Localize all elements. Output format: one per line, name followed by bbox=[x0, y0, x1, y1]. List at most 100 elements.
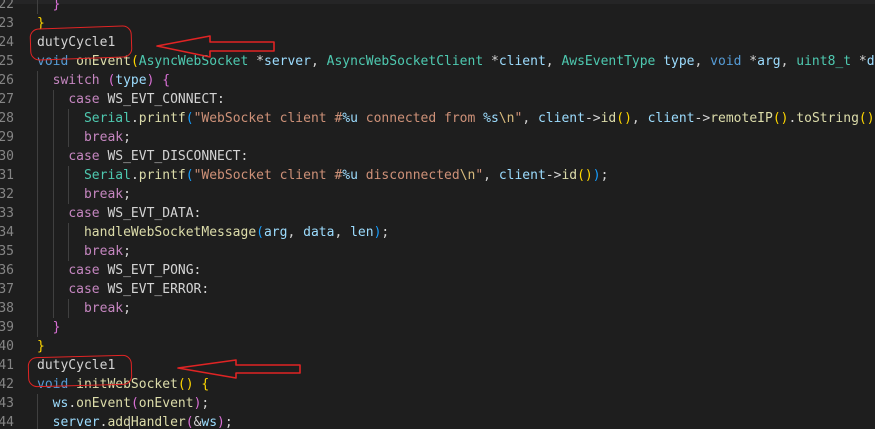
code-line[interactable]: 22 } bbox=[0, 0, 875, 14]
line-code: break; bbox=[37, 128, 131, 147]
line-number: 42 bbox=[0, 377, 14, 392]
line-code: Serial.printf("WebSocket client #%u disc… bbox=[37, 166, 608, 185]
code-line[interactable]: 35 break; bbox=[0, 242, 875, 261]
code-line[interactable]: 26 switch (type) { bbox=[0, 71, 875, 90]
code-token: * bbox=[248, 54, 264, 69]
line-number: 24 bbox=[0, 35, 14, 50]
code-token: WS_EVT_PONG: bbox=[99, 263, 202, 278]
code-token: \n bbox=[459, 168, 476, 183]
code-editor[interactable]: 22 } 23} 24 dutyCycle1 25 void onEvent(AsyncW… bbox=[0, 0, 875, 429]
code-token: toString bbox=[796, 111, 859, 126]
code-token: ; bbox=[600, 168, 609, 183]
line-code: break; bbox=[37, 299, 131, 318]
line-code: case WS_EVT_ERROR: bbox=[37, 280, 209, 299]
code-line[interactable]: 34 handleWebSocketMessage(arg, data, len… bbox=[0, 223, 875, 242]
code-token: type bbox=[115, 73, 147, 88]
line-code: case WS_EVT_PONG: bbox=[37, 261, 201, 280]
code-token: , bbox=[780, 54, 797, 69]
line-number: 27 bbox=[0, 92, 14, 107]
code-token: , bbox=[545, 54, 562, 69]
code-line[interactable]: 31 Serial.printf("WebSocket client #%u d… bbox=[0, 166, 875, 185]
code-token: WS_EVT_DISCONNECT: bbox=[99, 149, 249, 164]
code-token: type bbox=[663, 54, 695, 69]
code-token: AsyncWebSocket bbox=[138, 54, 249, 69]
code-line[interactable]: 23} bbox=[0, 14, 875, 33]
line-code: Serial.printf("WebSocket client #%u conn… bbox=[37, 109, 875, 128]
code-token: break bbox=[83, 301, 124, 316]
code-token: "WebSocket client # bbox=[193, 168, 343, 183]
code-line[interactable]: 44 server.addHandler(&ws); bbox=[0, 413, 875, 429]
code-line[interactable]: 37 case WS_EVT_ERROR: bbox=[0, 280, 875, 299]
line-code: case WS_EVT_CONNECT: bbox=[37, 90, 225, 109]
code-token: ( bbox=[185, 415, 194, 429]
code-token: -> bbox=[694, 111, 711, 126]
code-line[interactable]: 36 case WS_EVT_PONG: bbox=[0, 261, 875, 280]
code-token: void bbox=[710, 54, 742, 69]
code-token: () bbox=[858, 111, 875, 126]
code-token: ; bbox=[381, 225, 390, 240]
code-token: case bbox=[68, 149, 100, 164]
code-token: ( bbox=[130, 396, 139, 411]
code-line[interactable]: 28 Serial.printf("WebSocket client #%u c… bbox=[0, 109, 875, 128]
code-token: case bbox=[68, 92, 100, 107]
code-token: Serial bbox=[83, 111, 131, 126]
code-token: WS_EVT_ERROR: bbox=[99, 282, 210, 297]
code-token: ( bbox=[185, 111, 194, 126]
code-token: . bbox=[68, 396, 77, 411]
line-number: 30 bbox=[0, 149, 14, 164]
annotation-circle-line-41 bbox=[27, 354, 133, 388]
code-token: len bbox=[350, 225, 374, 240]
code-token: arg bbox=[263, 225, 288, 240]
line-code: void onEvent(AsyncWebSocket *server, Asy… bbox=[37, 52, 875, 71]
line-code: break; bbox=[37, 242, 131, 261]
line-number: 40 bbox=[0, 339, 14, 354]
code-line[interactable]: 33 case WS_EVT_DATA: bbox=[0, 204, 875, 223]
line-number: 38 bbox=[0, 301, 14, 316]
code-line[interactable]: 40} bbox=[0, 337, 875, 356]
code-token: () bbox=[577, 168, 593, 183]
code-token: WS_EVT_CONNECT: bbox=[99, 92, 225, 107]
code-line[interactable]: 39 } bbox=[0, 318, 875, 337]
code-token: * bbox=[851, 54, 867, 69]
code-token: ( bbox=[256, 225, 264, 240]
code-token: ; bbox=[201, 396, 210, 411]
line-code: switch (type) { bbox=[37, 71, 170, 90]
line-number: 34 bbox=[0, 225, 14, 240]
code-line[interactable]: 43 ws.onEvent(onEvent); bbox=[0, 394, 875, 413]
code-token: -> bbox=[545, 168, 562, 183]
code-token: () bbox=[177, 377, 194, 392]
code-token: server bbox=[52, 415, 100, 429]
code-token: ; bbox=[123, 130, 131, 145]
line-number: 41 bbox=[0, 358, 14, 373]
code-token: } bbox=[52, 320, 61, 335]
code-line[interactable]: 29 break; bbox=[0, 128, 875, 147]
code-token: -> bbox=[584, 111, 601, 126]
code-line[interactable]: 38 break; bbox=[0, 299, 875, 318]
code-token: AwsEventType bbox=[561, 54, 656, 69]
code-token: id bbox=[561, 168, 578, 183]
code-line[interactable]: 25 void onEvent(AsyncWebSocket *server, A… bbox=[0, 52, 875, 71]
code-token: id bbox=[600, 111, 617, 126]
line-code: break; bbox=[37, 185, 131, 204]
code-line[interactable]: 30 case WS_EVT_DISCONNECT: bbox=[0, 147, 875, 166]
code-token: } bbox=[52, 0, 61, 12]
code-line[interactable]: 27 case WS_EVT_CONNECT: bbox=[0, 90, 875, 109]
code-token: ( bbox=[185, 168, 194, 183]
line-code: } bbox=[37, 0, 61, 14]
code-token: server bbox=[264, 54, 311, 69]
code-token: . bbox=[130, 111, 139, 126]
line-number: 44 bbox=[0, 415, 14, 429]
code-token: ) bbox=[592, 168, 601, 183]
code-token: case bbox=[68, 282, 100, 297]
code-token: "WebSocket client # bbox=[193, 111, 343, 126]
line-code: } bbox=[37, 337, 45, 356]
code-token: , bbox=[522, 111, 538, 126]
code-token: onEvent bbox=[76, 396, 131, 411]
code-line[interactable]: 32 break; bbox=[0, 185, 875, 204]
